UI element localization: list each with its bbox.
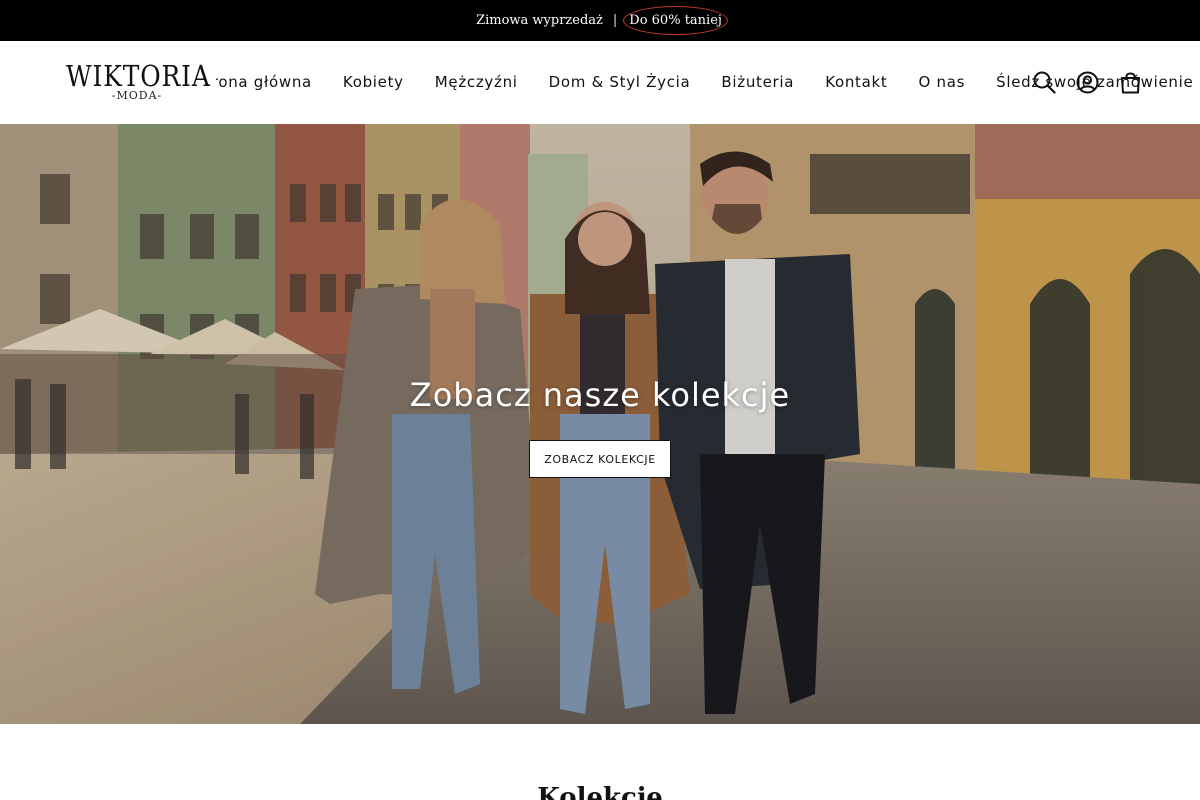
announcement-text: Zimowa wyprzedaż (476, 13, 603, 28)
logo[interactable]: WIKTORIA -MODA- (66, 61, 216, 105)
header-icons (1033, 70, 1142, 94)
nav-item-jewelry[interactable]: Biżuteria (721, 73, 794, 91)
hero-title: Zobacz nasze kolekcje (409, 376, 791, 414)
hero-banner: Zobacz nasze kolekcje ZOBACZ KOLEKCJE (0, 124, 1200, 724)
see-collections-button[interactable]: ZOBACZ KOLEKCJE (529, 440, 671, 478)
nav-item-women[interactable]: Kobiety (343, 73, 404, 91)
cart-icon[interactable] (1119, 70, 1142, 94)
logo-wordmark: WIKTORIA (66, 59, 211, 93)
nav-item-home-lifestyle[interactable]: Dom & Styl Życia (549, 73, 691, 91)
announcement-bar: Zimowa wyprzedaż | Do 60% taniej (0, 0, 1200, 41)
collections-title: Kolekcje (537, 783, 663, 800)
account-icon[interactable] (1076, 70, 1099, 94)
nav-item-men[interactable]: Mężczyźni (435, 73, 518, 91)
search-icon[interactable] (1033, 70, 1056, 94)
announcement-promo-link[interactable]: Do 60% taniej (623, 6, 728, 35)
nav-item-contact[interactable]: Kontakt (825, 73, 887, 91)
site-header: WIKTORIA -MODA- Strona główna Kobiety Mę… (0, 41, 1200, 124)
nav-item-about[interactable]: O nas (919, 73, 966, 91)
announcement-separator: | (612, 13, 618, 28)
hero-image (0, 124, 1200, 724)
